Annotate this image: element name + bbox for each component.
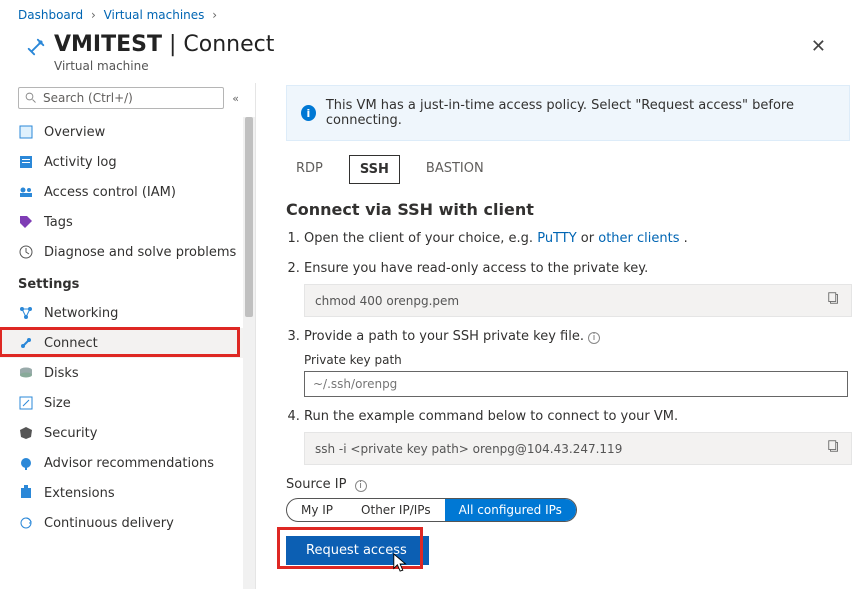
section-title: Connect via SSH with client <box>286 200 852 219</box>
tab-rdp[interactable]: RDP <box>286 155 333 184</box>
page-header: VMITEST | Connect Virtual machine ✕ <box>0 26 852 83</box>
highlight-box <box>0 327 240 357</box>
sidebar-item-label: Activity log <box>44 155 117 170</box>
disk-icon <box>18 365 34 381</box>
diagnose-icon <box>18 244 34 260</box>
breadcrumb: Dashboard › Virtual machines › <box>0 0 852 26</box>
breadcrumb-virtual-machines[interactable]: Virtual machines <box>104 8 205 22</box>
sidebar-item-disks[interactable]: Disks <box>0 358 255 388</box>
page-title: VMITEST | Connect <box>54 32 274 57</box>
source-ip-label: Source IP i <box>286 477 852 492</box>
sidebar-item-access-control-iam-[interactable]: Access control (IAM) <box>0 177 255 207</box>
copy-button[interactable] <box>827 291 841 310</box>
sidebar-item-label: Continuous delivery <box>44 516 174 531</box>
step-1: Open the client of your choice, e.g. PuT… <box>304 229 852 249</box>
info-message: This VM has a just-in-time access policy… <box>326 98 835 128</box>
step-3: Provide a path to your SSH private key f… <box>304 327 852 397</box>
sidebar-item-label: Access control (IAM) <box>44 185 176 200</box>
sidebar-item-label: Diagnose and solve problems <box>44 245 236 260</box>
sidebar-item-label: Tags <box>44 215 73 230</box>
page-subtitle: Virtual machine <box>54 59 274 73</box>
extensions-icon <box>18 485 34 501</box>
pill-all-configured-ips[interactable]: All configured IPs <box>445 499 576 521</box>
log-icon <box>18 154 34 170</box>
close-button[interactable]: ✕ <box>803 32 834 61</box>
link-other-clients[interactable]: other clients <box>598 231 679 246</box>
sidebar-item-label: Disks <box>44 366 79 381</box>
sidebar-item-activity-log[interactable]: Activity log <box>0 147 255 177</box>
info-icon[interactable]: i <box>588 332 600 344</box>
sidebar-item-label: Extensions <box>44 486 115 501</box>
pill-other-ip[interactable]: Other IP/IPs <box>347 499 445 521</box>
sidebar-item-continuous-delivery[interactable]: Continuous delivery <box>0 508 255 538</box>
link-putty[interactable]: PuTTY <box>537 231 576 246</box>
info-banner: i This VM has a just-in-time access poli… <box>286 85 850 141</box>
sidebar-section-settings: Settings <box>0 267 255 298</box>
tab-bar: RDP SSH BASTION <box>286 155 852 184</box>
collapse-sidebar-button[interactable]: ‹‹ <box>232 92 237 105</box>
steps-list: Open the client of your choice, e.g. PuT… <box>286 229 852 465</box>
advisor-icon <box>18 455 34 471</box>
sidebar-item-label: Security <box>44 426 97 441</box>
sidebar-item-extensions[interactable]: Extensions <box>0 478 255 508</box>
sidebar-item-overview[interactable]: Overview <box>0 117 255 147</box>
code-ssh: ssh -i <private key path> orenpg@104.43.… <box>304 432 852 465</box>
security-icon <box>18 425 34 441</box>
breadcrumb-dashboard[interactable]: Dashboard <box>18 8 83 22</box>
tab-ssh[interactable]: SSH <box>349 155 400 184</box>
people-icon <box>18 184 34 200</box>
info-icon <box>18 124 34 140</box>
step-2: Ensure you have read-only access to the … <box>304 259 852 318</box>
size-icon <box>18 395 34 411</box>
sidebar-item-security[interactable]: Security <box>0 418 255 448</box>
sidebar-item-tags[interactable]: Tags <box>0 207 255 237</box>
connect-icon <box>18 32 54 58</box>
info-icon[interactable]: i <box>355 480 367 492</box>
cursor-icon <box>392 552 410 574</box>
sidebar-item-label: Networking <box>44 306 118 321</box>
private-key-path-input[interactable] <box>304 371 848 397</box>
sidebar-item-size[interactable]: Size <box>0 388 255 418</box>
chevron-right-icon: › <box>212 8 217 22</box>
info-icon: i <box>301 105 316 121</box>
sidebar-item-label: Overview <box>44 125 105 140</box>
copy-button[interactable] <box>827 439 841 458</box>
source-ip-pills: My IP Other IP/IPs All configured IPs <box>286 498 577 522</box>
tab-bastion[interactable]: BASTION <box>416 155 494 184</box>
search-icon <box>25 92 37 104</box>
sidebar-item-label: Size <box>44 396 71 411</box>
sidebar-item-advisor-recommendations[interactable]: Advisor recommendations <box>0 448 255 478</box>
field-label-private-key: Private key path <box>304 351 852 369</box>
sidebar-item-label: Advisor recommendations <box>44 456 214 471</box>
delivery-icon <box>18 515 34 531</box>
network-icon <box>18 305 34 321</box>
search-input[interactable]: Search (Ctrl+/) <box>18 87 224 109</box>
sidebar-item-diagnose-and-solve-problems[interactable]: Diagnose and solve problems <box>0 237 255 267</box>
search-placeholder: Search (Ctrl+/) <box>43 91 133 105</box>
chevron-right-icon: › <box>91 8 96 22</box>
code-chmod: chmod 400 orenpg.pem <box>304 284 852 317</box>
step-4: Run the example command below to connect… <box>304 407 852 466</box>
sidebar-scrollbar[interactable] <box>243 117 255 589</box>
main-content: i This VM has a just-in-time access poli… <box>256 83 852 589</box>
sidebar-item-networking[interactable]: Networking <box>0 298 255 328</box>
tag-icon <box>18 214 34 230</box>
pill-my-ip[interactable]: My IP <box>287 499 347 521</box>
source-ip-section: Source IP i My IP Other IP/IPs All confi… <box>286 477 852 522</box>
